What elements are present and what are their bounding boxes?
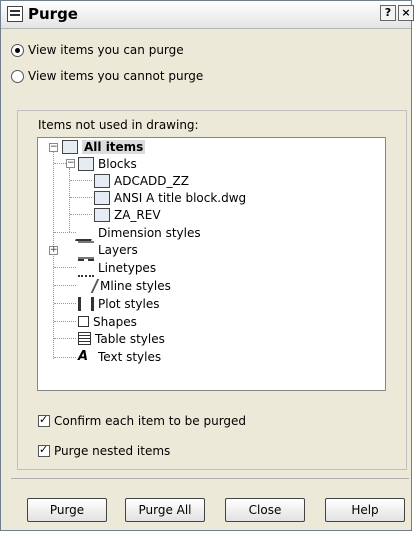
view-purgeable-label: View items you can purge [28,43,184,57]
tree-branch [54,163,66,164]
purge-all-button-label: Purge All [138,503,192,517]
separator [11,478,409,479]
block-icon [94,207,110,222]
tree-node-label: Shapes [93,314,137,329]
items-tree[interactable]: − All items − Blocks ADCADD_ZZ ANSI A ti… [37,137,386,391]
tree-node-label: Plot styles [98,296,160,311]
confirm-each-checkbox[interactable]: Confirm each item to be purged [38,413,246,429]
purge-button-label: Purge [49,503,85,517]
expand-icon[interactable]: + [49,246,58,255]
close-button[interactable]: Close [225,498,305,522]
linetypes-icon [78,258,94,277]
tree-node-block[interactable]: ADCADD_ZZ [94,172,189,189]
tree-connector-blocks [69,168,70,232]
tree-branch [54,232,76,233]
view-not-purgeable-label: View items you cannot purge [28,69,204,83]
tree-node-label: Blocks [98,156,137,171]
tree-node-label: Text styles [98,349,162,364]
tree-node-all-items[interactable]: All items [62,138,146,155]
tree-branch [54,285,76,286]
view-purgeable-radio[interactable]: View items you can purge [11,42,184,58]
tree-branch [54,321,76,322]
tree-node-text-styles[interactable]: A Text styles [78,348,161,365]
tree-node-layers[interactable]: Layers [78,240,138,259]
tree-branch [54,267,76,268]
table-styles-icon [78,332,91,345]
tree-branch [70,214,92,215]
checkbox-checked[interactable] [38,443,50,457]
tree-node-label: Table styles [95,331,165,346]
tree-node-block[interactable]: ANSI A title block.dwg [94,189,246,206]
tree-node-label: Dimension styles [98,225,201,240]
purge-button[interactable]: Purge [27,498,107,522]
tree-node-label: ZA_REV [114,207,161,222]
shapes-icon [78,316,89,327]
collapse-icon[interactable]: − [49,143,58,152]
close-icon[interactable]: × [398,5,414,21]
tree-node-linetypes[interactable]: Linetypes [78,258,157,277]
confirm-each-label: Confirm each item to be purged [54,414,247,428]
help-icon[interactable]: ? [380,5,396,21]
view-not-purgeable-radio[interactable]: View items you cannot purge [11,68,203,84]
tree-branch [70,197,92,198]
title-bar[interactable]: Purge ? × [1,1,414,29]
block-icon [94,173,110,188]
tree-node-label: Mline styles [100,278,171,293]
items-group-label: Items not used in drawing: [38,118,199,132]
tree-node-plot-styles[interactable]: Plot styles [78,295,159,312]
help-button[interactable]: Help [325,498,405,522]
purge-all-button[interactable]: Purge All [125,498,205,522]
tree-branch [54,338,76,339]
tree-node-shapes[interactable]: Shapes [78,313,137,330]
purge-nested-checkbox[interactable]: Purge nested items [38,443,170,459]
tree-node-label: ADCADD_ZZ [114,173,189,188]
tree-node-blocks[interactable]: Blocks [78,155,137,172]
block-icon [94,190,110,205]
close-button-label: Close [248,503,282,517]
window-title: Purge [28,5,78,23]
tree-branch [54,303,76,304]
app-icon [7,6,23,22]
radio-button[interactable] [11,69,24,83]
checkbox-checked[interactable] [38,413,50,427]
tree-node-label: All items [82,139,146,154]
dimension-styles-icon [75,224,97,241]
purge-nested-label: Purge nested items [54,444,171,458]
all-items-icon [62,139,78,154]
tree-node-mline-styles[interactable]: Mline styles [74,277,171,294]
tree-node-table-styles[interactable]: Table styles [78,330,165,347]
tree-node-dimension-styles[interactable]: Dimension styles [75,224,201,241]
layers-icon [78,240,94,259]
blocks-icon [78,156,94,171]
mline-styles-icon [74,278,100,293]
tree-node-label: Linetypes [98,260,157,275]
tree-node-label: ANSI A title block.dwg [114,190,247,205]
purge-dialog: Purge ? × View items you can purge View … [0,0,414,531]
tree-node-block[interactable]: ZA_REV [94,206,161,223]
radio-button-selected[interactable] [11,43,24,57]
help-button-label: Help [351,503,379,517]
collapse-icon[interactable]: − [66,159,75,168]
text-styles-icon: A [78,348,89,364]
tree-node-label: Layers [98,242,138,257]
plot-styles-icon [78,296,94,311]
tree-branch [70,180,92,181]
tree-branch [54,357,76,358]
